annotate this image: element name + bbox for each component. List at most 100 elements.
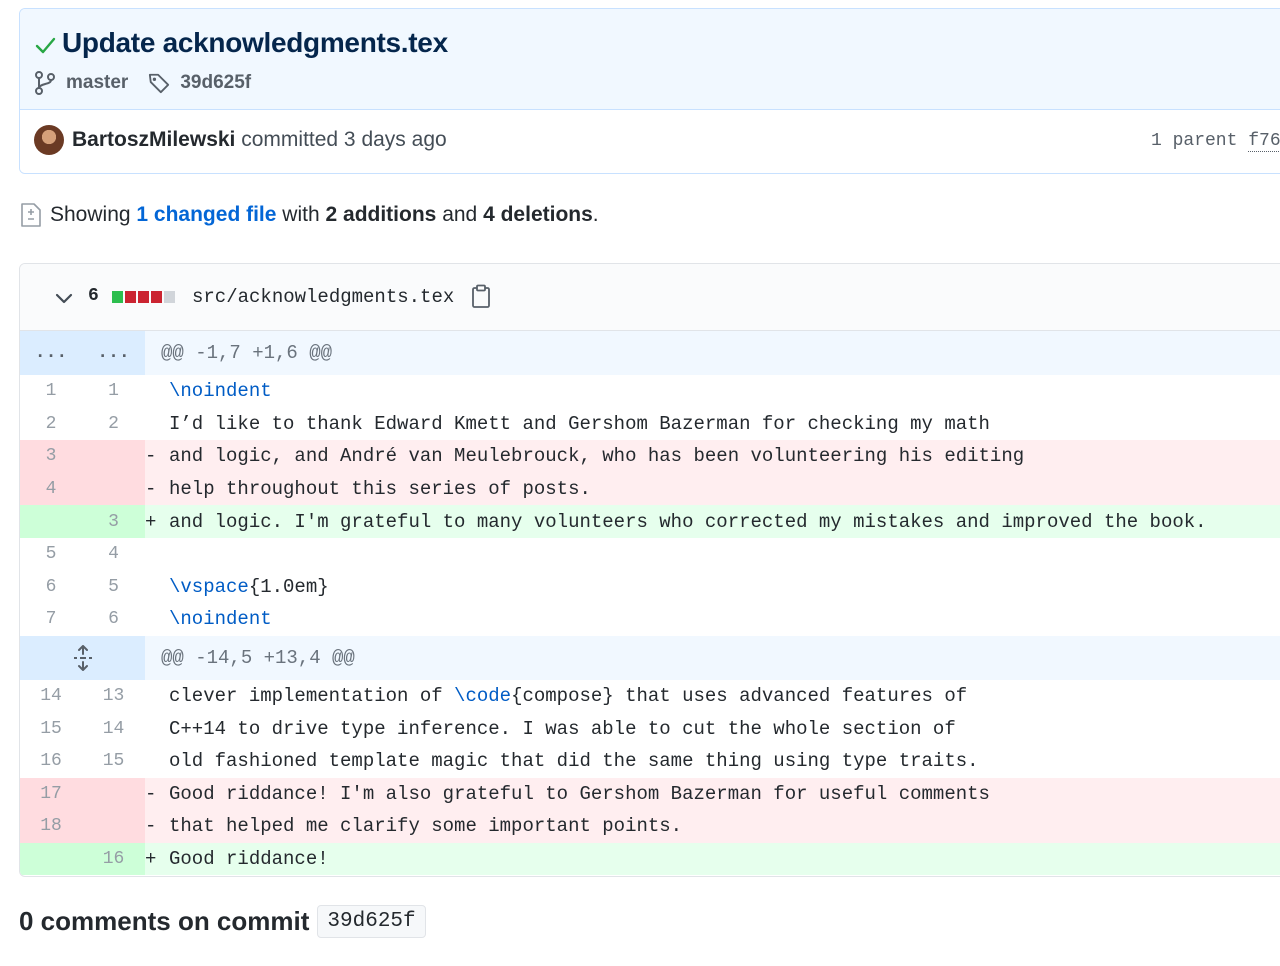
new-line-number[interactable]: 13 bbox=[82, 680, 145, 713]
new-line-number[interactable]: 4 bbox=[82, 538, 145, 571]
line-marker: + bbox=[145, 848, 157, 871]
line-marker: - bbox=[145, 815, 157, 838]
old-line-number[interactable] bbox=[20, 842, 82, 876]
diff-summary: Showing 1 changed file with 2 additions … bbox=[20, 202, 599, 228]
old-line-number[interactable]: 16 bbox=[20, 745, 82, 778]
old-line-number[interactable]: 3 bbox=[20, 440, 82, 473]
new-line-number[interactable] bbox=[82, 472, 145, 506]
old-line-number[interactable]: 4 bbox=[20, 472, 82, 506]
new-line-number[interactable]: 2 bbox=[82, 408, 145, 441]
code-text: that helped me clarify some important po… bbox=[169, 815, 683, 838]
new-line-number[interactable]: 15 bbox=[82, 745, 145, 778]
line-marker: - bbox=[145, 445, 157, 468]
hunk-expand-left[interactable]: ... bbox=[20, 331, 82, 375]
diff-table: ...... @@ -1,7 +1,6 @@ 1 1 \noindent 2 2 I’d … bbox=[20, 331, 1280, 876]
code-text: help throughout this series of posts. bbox=[169, 478, 591, 501]
branch-name[interactable]: master bbox=[66, 72, 128, 94]
summary-prefix: Showing bbox=[50, 203, 131, 226]
hunk-expand-right[interactable]: ... bbox=[82, 331, 145, 375]
new-line-number[interactable] bbox=[82, 440, 145, 473]
code-text: clever implementation of bbox=[169, 685, 455, 708]
old-line-number[interactable]: 15 bbox=[20, 712, 82, 745]
diff-line: 16 15 old fashioned template magic that d… bbox=[20, 745, 1280, 778]
expand-button[interactable] bbox=[20, 635, 145, 680]
commit-title-text[interactable]: Update acknowledgments.tex bbox=[62, 27, 448, 59]
new-line-number[interactable]: 5 bbox=[82, 571, 145, 604]
comments-label: 0 comments on commit bbox=[19, 906, 310, 936]
changed-files-link[interactable]: 1 changed file bbox=[136, 203, 276, 227]
commit-sha-badge[interactable]: 39d625f bbox=[317, 905, 426, 938]
old-line-number[interactable]: 5 bbox=[20, 538, 82, 571]
line-marker bbox=[145, 380, 169, 402]
old-line-number[interactable]: 7 bbox=[20, 603, 82, 636]
author-name[interactable]: BartoszMilewski bbox=[72, 128, 235, 151]
chevron-down-icon[interactable] bbox=[54, 290, 74, 308]
new-line-number[interactable]: 16 bbox=[82, 842, 145, 876]
code-text: old fashioned template magic that did th… bbox=[169, 750, 979, 773]
code-text: Good riddance! I'm also grateful to Gers… bbox=[169, 782, 990, 805]
change-count: 6 bbox=[88, 286, 99, 306]
new-line-number[interactable]: 1 bbox=[82, 375, 145, 408]
hunk-header-row: ...... @@ -1,7 +1,6 @@ bbox=[20, 331, 1280, 375]
avatar[interactable] bbox=[34, 125, 64, 155]
line-code: + and logic. I'm grateful to many volunte… bbox=[145, 505, 1280, 538]
summary-suffix: . bbox=[592, 203, 599, 226]
clipboard-icon[interactable] bbox=[471, 284, 491, 308]
diffstat-block-neutral bbox=[164, 291, 175, 303]
old-line-number[interactable]: 2 bbox=[20, 408, 82, 441]
commit-title: Update acknowledgments.tex bbox=[34, 27, 448, 59]
parent-label: 1 parent bbox=[1151, 131, 1238, 151]
unfold-icon[interactable] bbox=[71, 644, 95, 671]
old-line-number[interactable]: 6 bbox=[20, 571, 82, 604]
line-code: + Good riddance! bbox=[145, 842, 1280, 876]
new-line-number[interactable]: 3 bbox=[82, 505, 145, 538]
line-marker bbox=[145, 608, 169, 630]
old-line-number[interactable]: 1 bbox=[20, 375, 82, 408]
line-marker bbox=[145, 685, 169, 707]
file-diff: 6 src/acknowledgments.tex ...... @@ -1,7 … bbox=[19, 263, 1280, 877]
diffstat-block-deleted bbox=[138, 291, 149, 303]
code-text: {1.0em} bbox=[248, 575, 329, 598]
parent-info: 1 parent f76 bbox=[1151, 131, 1280, 152]
new-line-number[interactable] bbox=[82, 777, 145, 811]
old-line-number[interactable] bbox=[20, 505, 82, 538]
code-keyword: \code bbox=[454, 685, 512, 708]
line-code bbox=[145, 538, 1280, 571]
line-marker bbox=[145, 543, 169, 565]
new-line-number[interactable] bbox=[82, 810, 145, 843]
file-diff-icon bbox=[21, 203, 41, 227]
line-code: C++14 to drive type inference. I was abl… bbox=[145, 712, 1280, 745]
deletions-count: 4 deletions bbox=[483, 203, 593, 226]
old-line-number[interactable]: 18 bbox=[20, 810, 82, 843]
code-text: I’d like to thank Edward Kmett and Gersh… bbox=[169, 412, 990, 435]
parent-sha-link[interactable]: f76 bbox=[1248, 131, 1280, 152]
diff-line: 11 \noindent bbox=[20, 375, 1280, 408]
diff-line: 54 bbox=[20, 538, 1280, 571]
line-marker bbox=[145, 576, 169, 598]
diff-line: 76 \noindent bbox=[20, 603, 1280, 636]
author-line: BartoszMilewski committed 3 days ago bbox=[72, 128, 447, 152]
new-line-number[interactable]: 14 bbox=[82, 712, 145, 745]
line-code: - and logic, and André van Meulebrouck, w… bbox=[145, 440, 1280, 473]
commit-header: Update acknowledgments.tex master 39d625… bbox=[19, 8, 1280, 174]
line-code: - Good riddance! I'm also grateful to Ger… bbox=[145, 777, 1280, 811]
diff-line: 4 - help throughout this series of posts. bbox=[20, 472, 1280, 506]
diff-line: 15 14 C++14 to drive type inference. I wa… bbox=[20, 712, 1280, 745]
line-marker: + bbox=[145, 510, 157, 533]
hunk-header-row: @@ -14,5 +13,4 @@ bbox=[20, 635, 1280, 680]
code-text: and logic, and André van Meulebrouck, wh… bbox=[169, 445, 1025, 468]
commit-title-area: Update acknowledgments.tex master 39d625… bbox=[20, 9, 1280, 110]
tag-name[interactable]: 39d625f bbox=[180, 72, 251, 94]
summary-mid1: with bbox=[282, 203, 320, 226]
check-icon bbox=[35, 37, 56, 54]
new-line-number[interactable]: 6 bbox=[82, 603, 145, 636]
commit-meta: master 39d625f bbox=[34, 71, 251, 95]
line-marker: - bbox=[145, 782, 157, 805]
code-keyword: \vspace bbox=[169, 575, 249, 598]
diffstat-block-deleted bbox=[125, 291, 136, 303]
file-path[interactable]: src/acknowledgments.tex bbox=[192, 286, 454, 308]
old-line-number[interactable]: 14 bbox=[20, 680, 82, 713]
line-marker: - bbox=[145, 478, 157, 501]
diffstat-bar bbox=[112, 291, 175, 303]
old-line-number[interactable]: 17 bbox=[20, 777, 82, 811]
